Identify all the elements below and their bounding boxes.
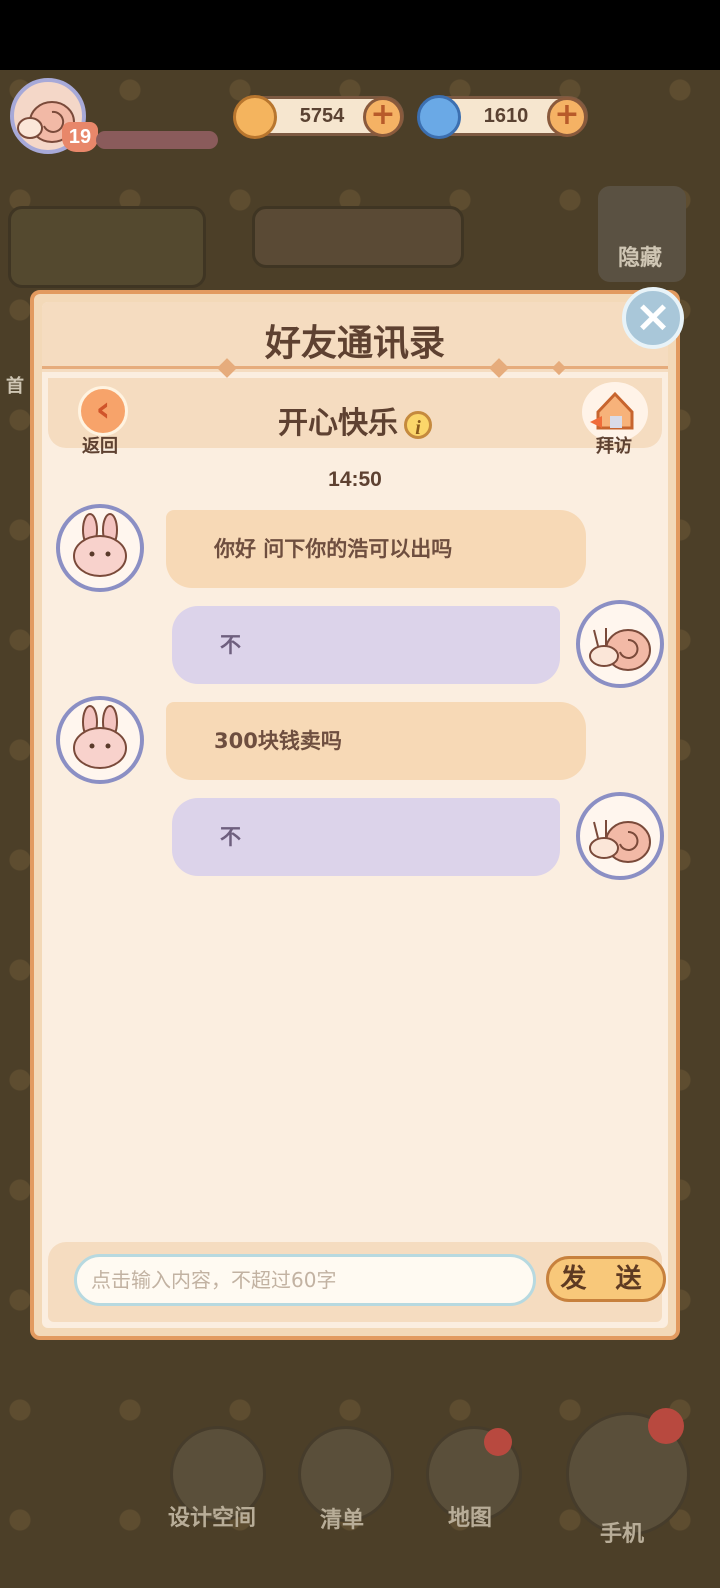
gem-value: 1610	[483, 105, 529, 127]
visit-label: 拜访	[596, 436, 632, 457]
dialog-title: 好友通讯录	[264, 323, 445, 364]
map-notification-dot	[484, 1428, 512, 1456]
friend-avatar[interactable]	[56, 696, 144, 784]
rabbit-icon	[73, 513, 127, 577]
house-icon	[590, 391, 634, 430]
snail-icon	[589, 820, 651, 863]
outgoing-message: 不	[172, 606, 560, 684]
my-avatar[interactable]	[576, 792, 664, 880]
home-label-partial: 首	[6, 376, 24, 397]
friend-name-text: 开心快乐	[278, 406, 398, 441]
coin-counter: 5754 +	[233, 95, 404, 139]
outgoing-message: 不	[172, 798, 560, 876]
swirl-gem-icon	[417, 95, 461, 139]
incoming-message: 你好 问下你的浩可以出吗	[166, 510, 586, 588]
friend-avatar[interactable]	[56, 504, 144, 592]
friend-chat-dialog: 好友通讯录 ‹ 返回 开心快乐 i 拜访 14:50 你好 问下你的浩可以出吗 …	[30, 290, 680, 1340]
snail-icon	[589, 628, 651, 671]
gem-counter: 1610 +	[417, 95, 588, 139]
info-icon[interactable]: i	[404, 410, 432, 439]
coin-icon	[233, 95, 277, 139]
event-banner[interactable]	[8, 206, 206, 288]
message-input[interactable]	[74, 1254, 536, 1306]
friend-name: 开心快乐 i	[42, 398, 668, 442]
rabbit-icon	[73, 705, 127, 769]
phone-label: 手机	[600, 1522, 645, 1547]
title-divider	[42, 366, 668, 369]
map-label: 地图	[448, 1506, 493, 1531]
phone-notification-dot	[648, 1408, 684, 1444]
add-gems-button[interactable]: +	[547, 97, 587, 137]
incoming-message: 300块钱卖吗	[166, 702, 586, 780]
design-space-label: 设计空间	[168, 1506, 257, 1531]
checklist-label: 清单	[320, 1508, 365, 1533]
add-coins-button[interactable]: +	[363, 97, 403, 137]
chat-input-bar: 发 送	[48, 1242, 666, 1322]
chat-timestamp: 14:50	[328, 468, 382, 491]
dialog-body: 好友通讯录 ‹ 返回 开心快乐 i 拜访 14:50 你好 问下你的浩可以出吗 …	[42, 302, 668, 1328]
xp-bar	[96, 131, 218, 149]
level-badge: 19	[62, 122, 98, 152]
coin-value: 5754	[299, 105, 345, 127]
send-button[interactable]: 发 送	[546, 1256, 666, 1302]
task-banner[interactable]	[252, 206, 464, 268]
close-dialog-button[interactable]: ×	[622, 287, 684, 349]
hide-ui-label: 隐藏	[618, 246, 663, 271]
my-avatar[interactable]	[576, 600, 664, 688]
